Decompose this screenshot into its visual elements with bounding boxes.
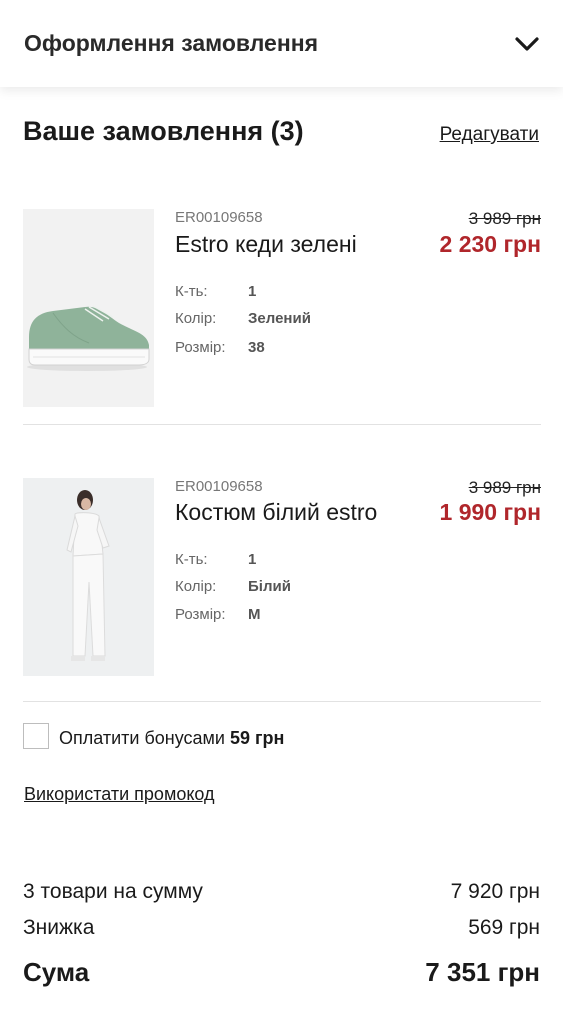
product-sku: ER00109658 — [175, 209, 263, 226]
bonus-amount: 59 грн — [229, 728, 285, 748]
divider — [23, 701, 541, 702]
attr-value-color: Зелений — [248, 310, 311, 327]
bonus-checkbox[interactable] — [23, 723, 49, 749]
attr-label-qty: К-ть: — [175, 283, 208, 300]
summary-goods-label: 3 товари на сумму — [23, 880, 203, 903]
chevron-down-icon[interactable] — [512, 30, 542, 58]
order-item: ER00109658 Костюм білий estro 3 989 грн … — [23, 478, 541, 678]
attr-value-size: 38 — [248, 339, 265, 356]
bonus-label[interactable]: Оплатити бонусами 59 грн — [59, 728, 284, 749]
attr-value-qty: 1 — [248, 551, 257, 568]
attr-value-color: Білий — [248, 578, 291, 595]
old-price: 3 989 грн — [468, 209, 541, 228]
summary-goods-row: 3 товари на сумму 7 920 грн — [23, 880, 540, 904]
bonus-text: Оплатити бонусами — [59, 728, 225, 748]
attr-label-qty: К-ть: — [175, 551, 208, 568]
attr-label-size: Розмір: — [175, 339, 226, 356]
divider — [23, 424, 541, 425]
attr-label-color: Колір: — [175, 578, 217, 595]
summary-goods-value: 7 920 грн — [450, 880, 540, 903]
product-name[interactable]: Костюм білий estro — [175, 499, 377, 526]
attr-value-size: M — [248, 606, 261, 623]
current-price: 2 230 грн — [439, 231, 541, 257]
summary-total-value: 7 351 грн — [425, 957, 540, 987]
attr-label-color: Колір: — [175, 310, 217, 327]
edit-order-link[interactable]: Редагувати — [440, 124, 539, 146]
product-image-suit[interactable] — [23, 478, 154, 676]
summary-discount-label: Знижка — [23, 916, 95, 939]
product-name[interactable]: Estro кеди зелені — [175, 231, 357, 258]
attr-label-size: Розмір: — [175, 606, 226, 623]
attr-value-qty: 1 — [248, 283, 257, 300]
summary-discount-row: Знижка 569 грн — [23, 916, 540, 940]
order-title: Ваше замовлення (3) — [23, 116, 304, 146]
order-item: ER00109658 Estro кеди зелені 3 989 грн 2… — [23, 209, 541, 409]
current-price: 1 990 грн — [439, 499, 541, 525]
sneaker-image — [23, 209, 154, 407]
checkout-header[interactable]: Оформлення замовлення — [0, 0, 563, 87]
suit-image — [23, 478, 154, 676]
product-sku: ER00109658 — [175, 478, 263, 495]
summary-total-row: Сума 7 351 грн — [23, 957, 540, 988]
old-price: 3 989 грн — [468, 478, 541, 497]
product-image-sneakers[interactable] — [23, 209, 154, 407]
checkout-title: Оформлення замовлення — [24, 30, 319, 56]
summary-discount-value: 569 грн — [468, 916, 540, 939]
promo-code-link[interactable]: Використати промокод — [24, 784, 215, 805]
summary-total-label: Сума — [23, 957, 90, 987]
